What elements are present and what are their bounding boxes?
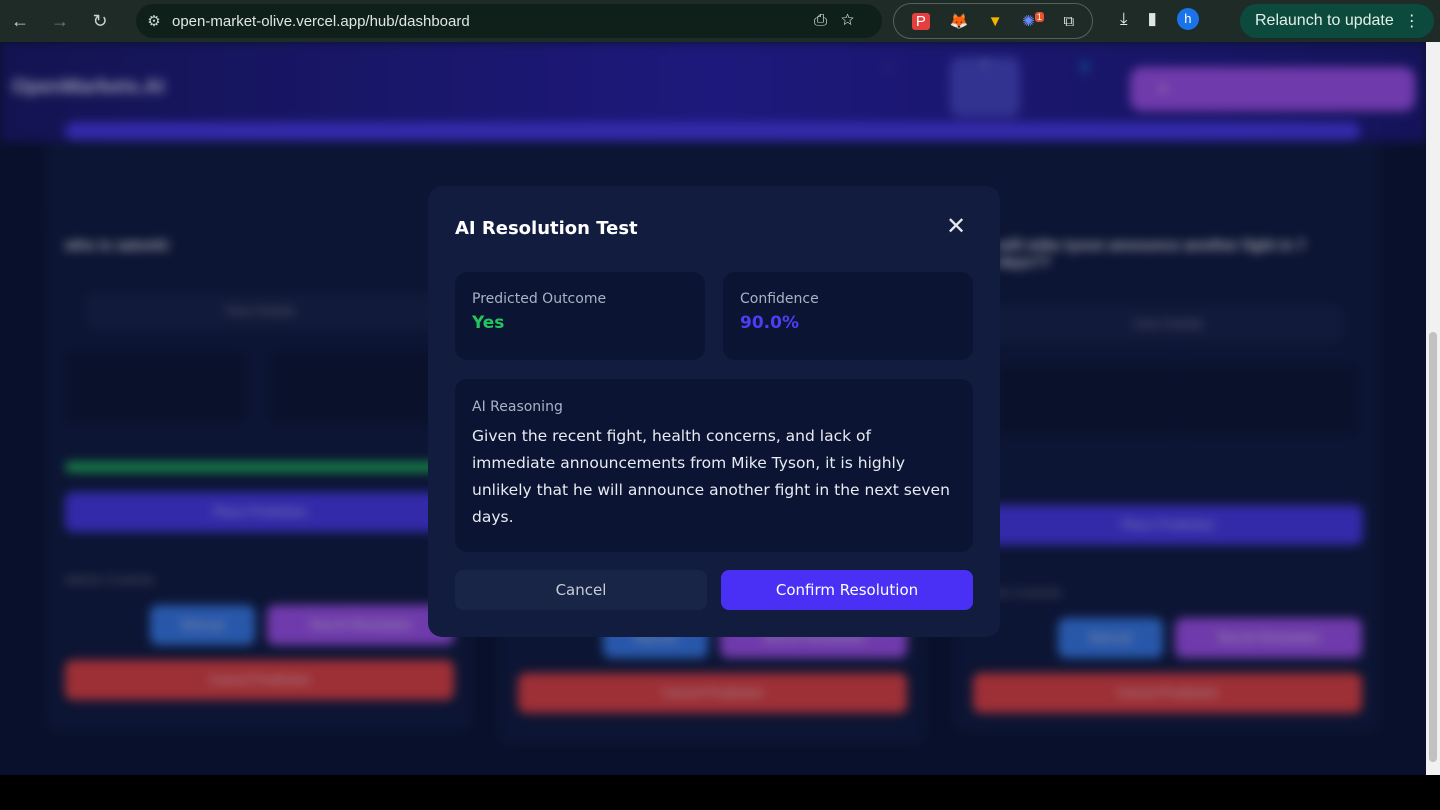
confirm-resolution-button[interactable]: Confirm Resolution xyxy=(721,570,973,610)
puzzle-icon[interactable]: ⧉ xyxy=(1063,13,1074,30)
profile-avatar[interactable]: h xyxy=(1176,8,1199,30)
extensions-area: P 🦊 ▼ ✺ 1 ⧉ xyxy=(893,3,1093,39)
extension-triangle-icon[interactable]: ▼ xyxy=(988,13,1003,30)
predicted-outcome-card: Predicted Outcome Yes xyxy=(455,272,705,360)
scrollbar[interactable] xyxy=(1426,42,1440,775)
extension-badge-icon[interactable]: ✺ 1 xyxy=(1022,12,1044,30)
site-info-icon[interactable]: ⚙ xyxy=(136,12,172,30)
menu-dots-icon[interactable]: ⋮ xyxy=(1404,11,1420,31)
cancel-button[interactable]: Cancel xyxy=(455,570,707,610)
extension-red-icon[interactable]: P xyxy=(911,12,930,30)
install-icon[interactable]: ⎙ xyxy=(814,12,841,29)
address-bar[interactable]: ⚙ open-market-olive.vercel.app/hub/dashb… xyxy=(136,4,882,38)
confidence-card: Confidence 90.0% xyxy=(723,272,973,360)
predicted-outcome-value: Yes xyxy=(472,313,505,333)
reasoning-text: Given the recent fight, health concerns,… xyxy=(472,427,950,526)
browser-toolbar: ← → ↻ ⚙ open-market-olive.vercel.app/hub… xyxy=(0,0,1440,42)
bookmark-star-icon[interactable]: ☆ xyxy=(841,12,868,29)
reload-icon[interactable]: ↻ xyxy=(80,11,120,32)
download-icon[interactable]: ⤓ xyxy=(1120,9,1128,29)
url-text: open-market-olive.vercel.app/hub/dashboa… xyxy=(172,12,470,30)
ai-reasoning-card: AI Reasoning Given the recent fight, hea… xyxy=(455,379,973,552)
modal-title: AI Resolution Test xyxy=(455,218,638,239)
scrollbar-thumb[interactable] xyxy=(1429,332,1437,762)
forward-icon[interactable]: → xyxy=(40,11,80,32)
bottom-bar xyxy=(0,775,1440,810)
ai-resolution-modal: AI Resolution Test ✕ Predicted Outcome Y… xyxy=(428,186,1000,637)
relaunch-button[interactable]: Relaunch to update ⋮ xyxy=(1240,4,1434,38)
back-icon[interactable]: ← xyxy=(0,11,40,32)
confidence-value: 90.0% xyxy=(740,313,799,333)
close-icon[interactable]: ✕ xyxy=(946,212,966,240)
metamask-fox-icon[interactable]: 🦊 xyxy=(949,12,968,30)
side-panel-icon[interactable]: ▮ xyxy=(1148,9,1157,29)
